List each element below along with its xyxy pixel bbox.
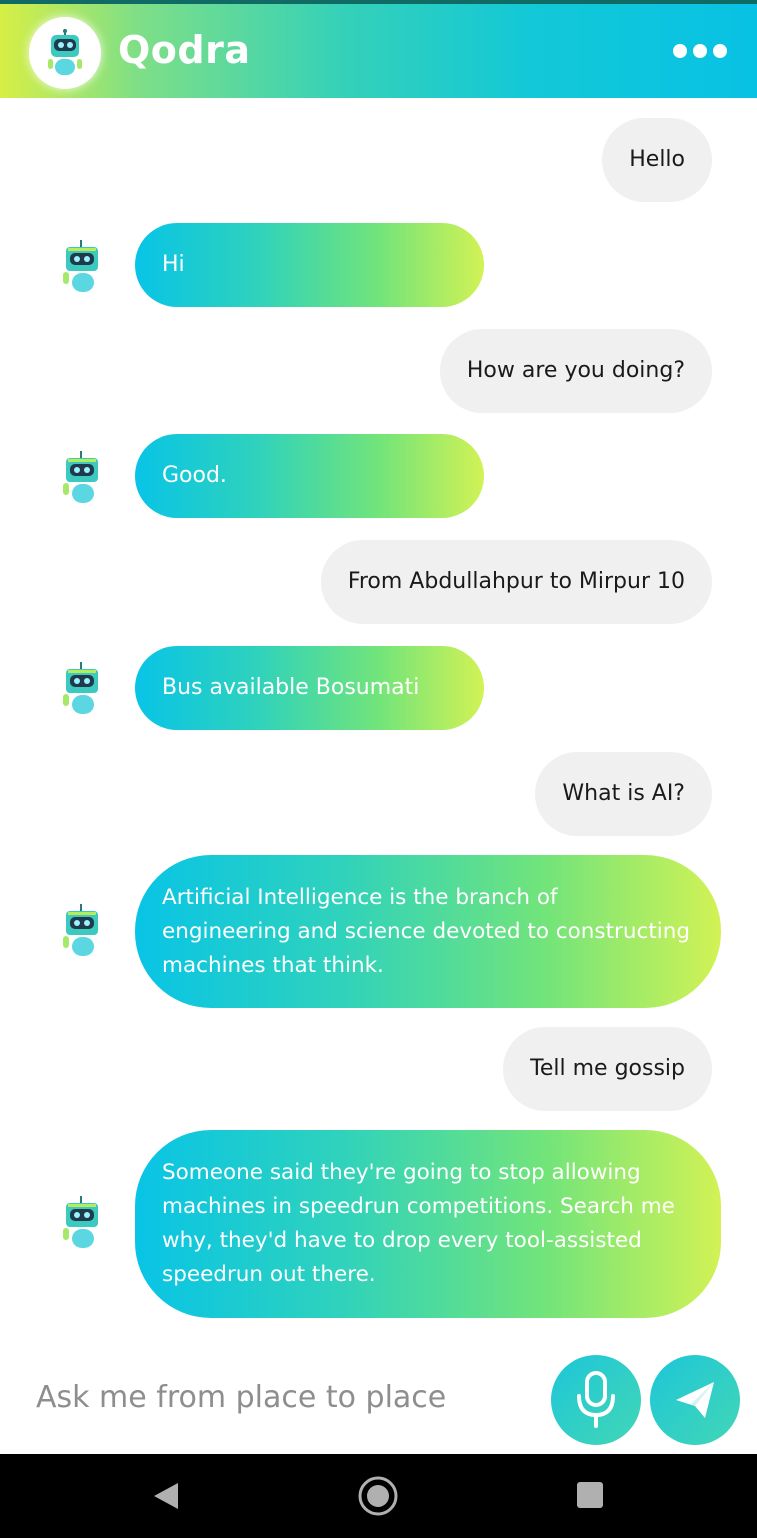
bot-avatar-icon: [63, 1196, 98, 1248]
app-logo: [29, 17, 101, 89]
bot-avatar-icon: [63, 904, 98, 956]
mic-button[interactable]: [551, 1355, 641, 1445]
send-button[interactable]: [650, 1355, 740, 1445]
user-message: From Abdullahpur to Mirpur 10: [320, 540, 712, 624]
user-message: Tell me gossip: [503, 1027, 712, 1111]
chat-app: Qodra Hello Hi How are you doing? Good. …: [0, 0, 757, 1538]
more-dots-icon[interactable]: [673, 44, 727, 58]
system-navbar: [0, 1454, 757, 1538]
bot-message-line: why, they'd have to drop every tool-assi…: [162, 1228, 642, 1253]
home-circle-icon[interactable]: [357, 1475, 399, 1517]
microphone-icon: [577, 1371, 615, 1428]
bot-message: Hi: [135, 223, 484, 307]
bot-message-line: machines in speedrun competitions. Searc…: [162, 1194, 675, 1219]
bot-message-line: speedrun out there.: [162, 1262, 376, 1287]
bot-message-line: machines that think.: [162, 952, 384, 978]
send-icon: [676, 1382, 714, 1418]
bot-avatar-icon: [63, 240, 98, 292]
message-input[interactable]: Ask me from place to place: [36, 1380, 446, 1415]
bot-message: Bus available Bosumati: [135, 646, 484, 730]
user-message: Hello: [602, 118, 712, 202]
recent-apps-icon[interactable]: [577, 1482, 603, 1508]
app-title: Qodra: [118, 28, 251, 72]
bot-message-line: Artificial Intelligence is the branch of: [162, 884, 558, 910]
back-triangle-icon[interactable]: [152, 1481, 180, 1511]
bot-avatar-icon: [63, 662, 98, 714]
bot-message-line: engineering and science devoted to const…: [162, 918, 690, 944]
bot-message: Someone said they're going to stop allow…: [135, 1130, 721, 1318]
bot-avatar-icon: [63, 451, 98, 503]
bot-message: Artificial Intelligence is the branch of…: [135, 855, 721, 1008]
robot-icon: [48, 29, 82, 75]
bot-message: Good.: [135, 434, 484, 518]
user-message: How are you doing?: [439, 329, 712, 413]
user-message: What is AI?: [535, 752, 712, 836]
bot-message-line: Someone said they're going to stop allow…: [162, 1160, 641, 1185]
app-header: Qodra: [0, 4, 757, 98]
